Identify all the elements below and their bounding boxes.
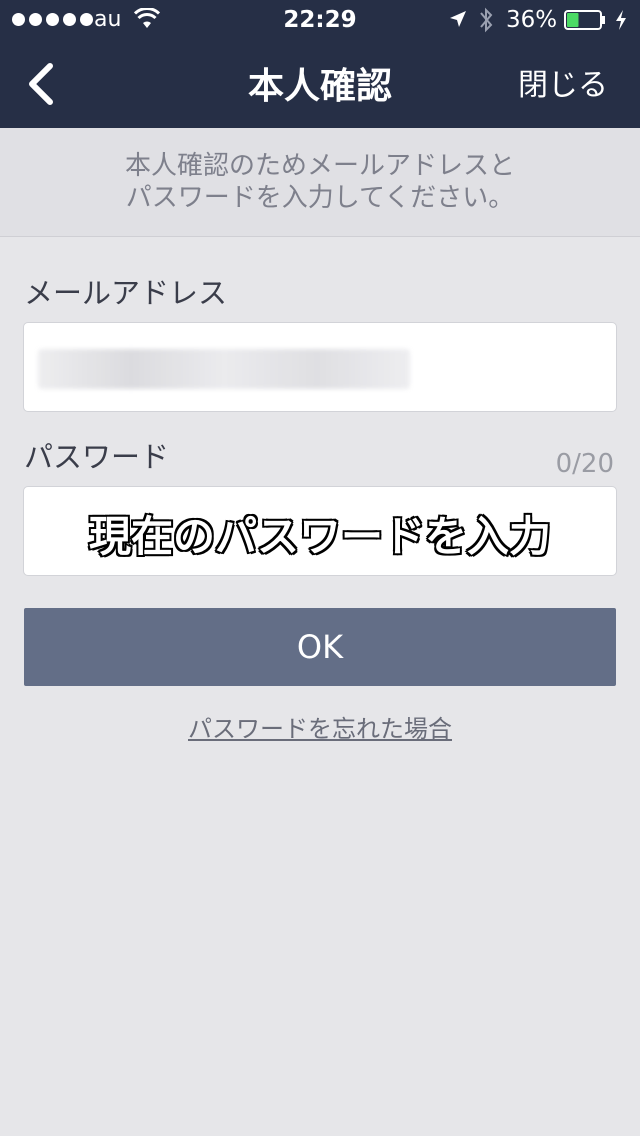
- email-value-blurred: [38, 349, 410, 389]
- close-button[interactable]: 閉じる: [518, 60, 608, 104]
- bluetooth-icon: [480, 7, 493, 33]
- instruction-line-2: パスワードを入力してください。: [125, 183, 515, 213]
- location-arrow-icon: [450, 11, 466, 27]
- forgot-password-container: パスワードを忘れた場合: [0, 709, 640, 744]
- ok-button[interactable]: OK: [24, 608, 616, 686]
- email-label: メールアドレス: [24, 276, 228, 310]
- email-field[interactable]: [23, 322, 617, 412]
- forgot-password-link[interactable]: パスワードを忘れた場合: [188, 715, 452, 743]
- status-bar: au 22:29 36%: [0, 0, 640, 40]
- password-label: パスワード: [24, 440, 170, 474]
- instruction-line-1: 本人確認のためメールアドレスと: [124, 151, 515, 181]
- password-char-counter: 0/20: [555, 449, 614, 479]
- navigation-header: au 22:29 36% 本人確認 閉じる: [0, 0, 640, 128]
- ok-button-label: OK: [296, 628, 344, 666]
- instruction-banner: 本人確認のためメールアドレスと パスワードを入力してください。: [0, 128, 640, 237]
- charging-bolt-icon: [616, 10, 626, 30]
- password-field[interactable]: 現在のパスワードを入力: [23, 486, 617, 576]
- password-overlay-caption: 現在のパスワードを入力: [87, 511, 552, 563]
- battery-percentage: 36%: [506, 7, 558, 33]
- battery-icon: [564, 10, 605, 30]
